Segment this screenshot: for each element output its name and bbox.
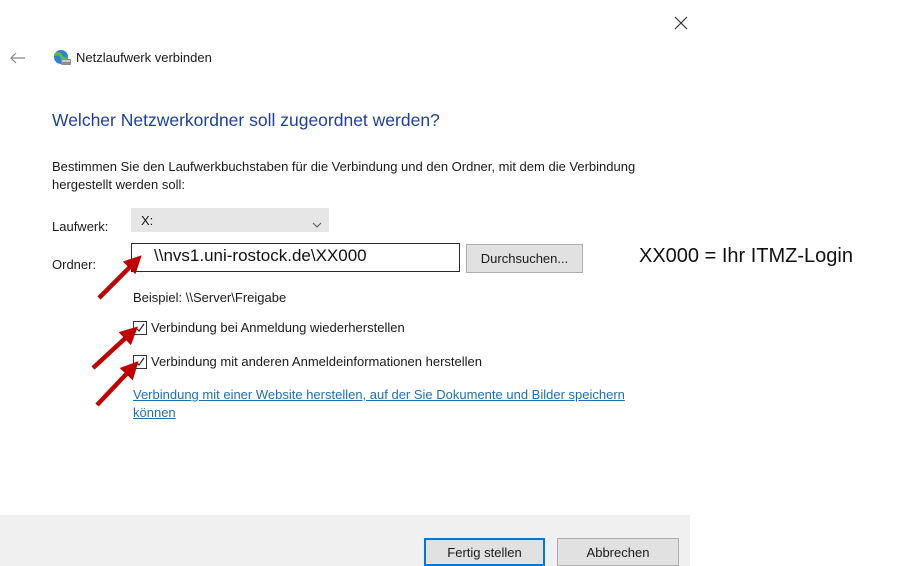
folder-label: Ordner:: [52, 257, 97, 272]
drive-label: Laufwerk:: [52, 219, 109, 234]
finish-button[interactable]: Fertig stellen: [424, 538, 545, 566]
website-link[interactable]: Verbindung mit einer Website herstellen,…: [133, 386, 643, 422]
cancel-button[interactable]: Abbrechen: [557, 538, 679, 566]
network-drive-icon: [52, 49, 72, 67]
reconnect-checkbox-row[interactable]: Verbindung bei Anmeldung wiederherstelle…: [133, 320, 405, 335]
close-icon[interactable]: [668, 10, 694, 36]
reconnect-checkbox-label: Verbindung bei Anmeldung wiederherstelle…: [151, 320, 405, 335]
login-annotation: XX000 = Ihr ITMZ-Login: [639, 245, 853, 267]
browse-button[interactable]: Durchsuchen...: [466, 244, 583, 273]
example-text: Beispiel: \\Server\Freigabe: [133, 290, 287, 305]
drive-select[interactable]: X:: [131, 208, 329, 232]
folder-input[interactable]: \\nvs1.uni-rostock.de\XX000: [131, 243, 460, 272]
other-credentials-checkbox-label: Verbindung mit anderen Anmeldeinformatio…: [151, 354, 482, 369]
other-credentials-checkbox[interactable]: [133, 354, 147, 369]
instructions-text: Bestimmen Sie den Laufwerkbuchstaben für…: [52, 159, 636, 192]
checkmark-icon: [135, 323, 145, 332]
reconnect-checkbox[interactable]: [133, 320, 147, 335]
window-title: Netzlaufwerk verbinden: [76, 50, 212, 65]
drive-select-value: X:: [141, 213, 154, 228]
annotation-arrows: [91, 255, 142, 407]
arrow-to-reconnect-checkbox: [91, 326, 138, 370]
chevron-down-icon: [312, 216, 322, 231]
page-title: Welcher Netzwerkordner soll zugeordnet w…: [52, 110, 440, 130]
checkmark-icon: [135, 357, 145, 366]
other-credentials-checkbox-row[interactable]: Verbindung mit anderen Anmeldeinformatio…: [133, 354, 482, 369]
back-arrow-icon[interactable]: [6, 46, 30, 70]
folder-input-value: \\nvs1.uni-rostock.de\XX000: [154, 246, 367, 265]
arrow-to-credentials-checkbox: [95, 361, 139, 407]
